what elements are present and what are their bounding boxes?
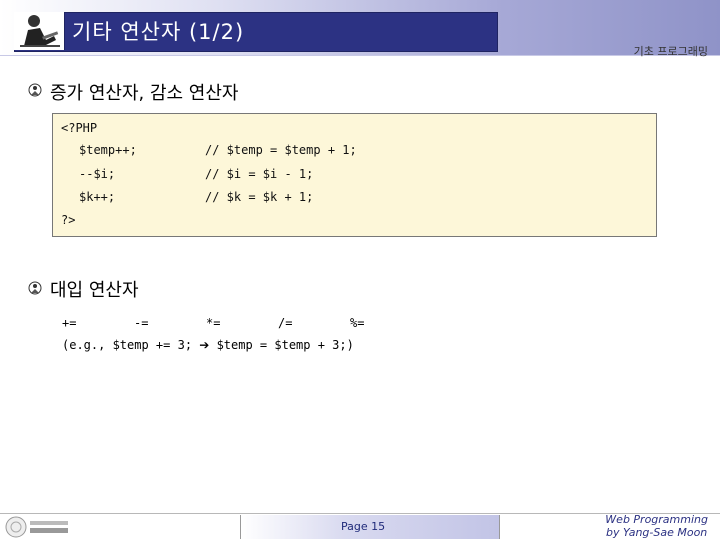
code-statement: $temp++; [79, 143, 137, 157]
code-statement: $k++; [79, 190, 116, 204]
credit-author: by Yang-Sae Moon [606, 526, 708, 539]
presenter-logo-icon [14, 12, 65, 50]
bullet-icon [28, 83, 42, 97]
university-logo [5, 516, 68, 538]
author-credit: Web Programming by Yang-Sae Moon [605, 513, 708, 539]
code-statement: --$i; [79, 167, 116, 181]
assignment-operator-list: += -= *= /= %= [62, 316, 662, 332]
course-label: 기초 프로그래밍 [633, 45, 708, 58]
code-comment: // $i = $i - 1; [205, 167, 314, 181]
bullet-icon [28, 281, 42, 295]
code-comment: // $temp = $temp + 1; [205, 143, 357, 157]
example-suffix: $temp = $temp + 3;) [209, 338, 354, 352]
credit-course: Web Programming [605, 513, 708, 526]
slide-title: 기타 연산자 (1/2) [72, 20, 245, 44]
operator-item: /= [278, 316, 293, 330]
operator-item: += [62, 316, 77, 330]
section-heading-assignment: 대입 연산자 [50, 280, 139, 301]
arrow-right-icon: ➔ [199, 338, 210, 352]
page-indicator: Page 15 [240, 515, 500, 539]
code-comment: // $k = $k + 1; [205, 190, 314, 204]
section-heading-increment: 증가 연산자, 감소 연산자 [50, 83, 239, 104]
operator-item: %= [350, 316, 365, 330]
code-block: <?PHP $temp++; // $temp = $temp + 1; --$… [52, 113, 657, 237]
operator-item: -= [134, 316, 149, 330]
assignment-example: (e.g., $temp += 3; ➔ $temp = $temp + 3;) [62, 338, 354, 352]
header-divider [0, 55, 720, 56]
php-open-tag: <?PHP [61, 121, 98, 135]
php-close-tag: ?> [61, 213, 76, 227]
page-number: Page 15 [341, 520, 386, 533]
example-prefix: (e.g., $temp += 3; [62, 338, 200, 352]
operator-item: *= [206, 316, 221, 330]
